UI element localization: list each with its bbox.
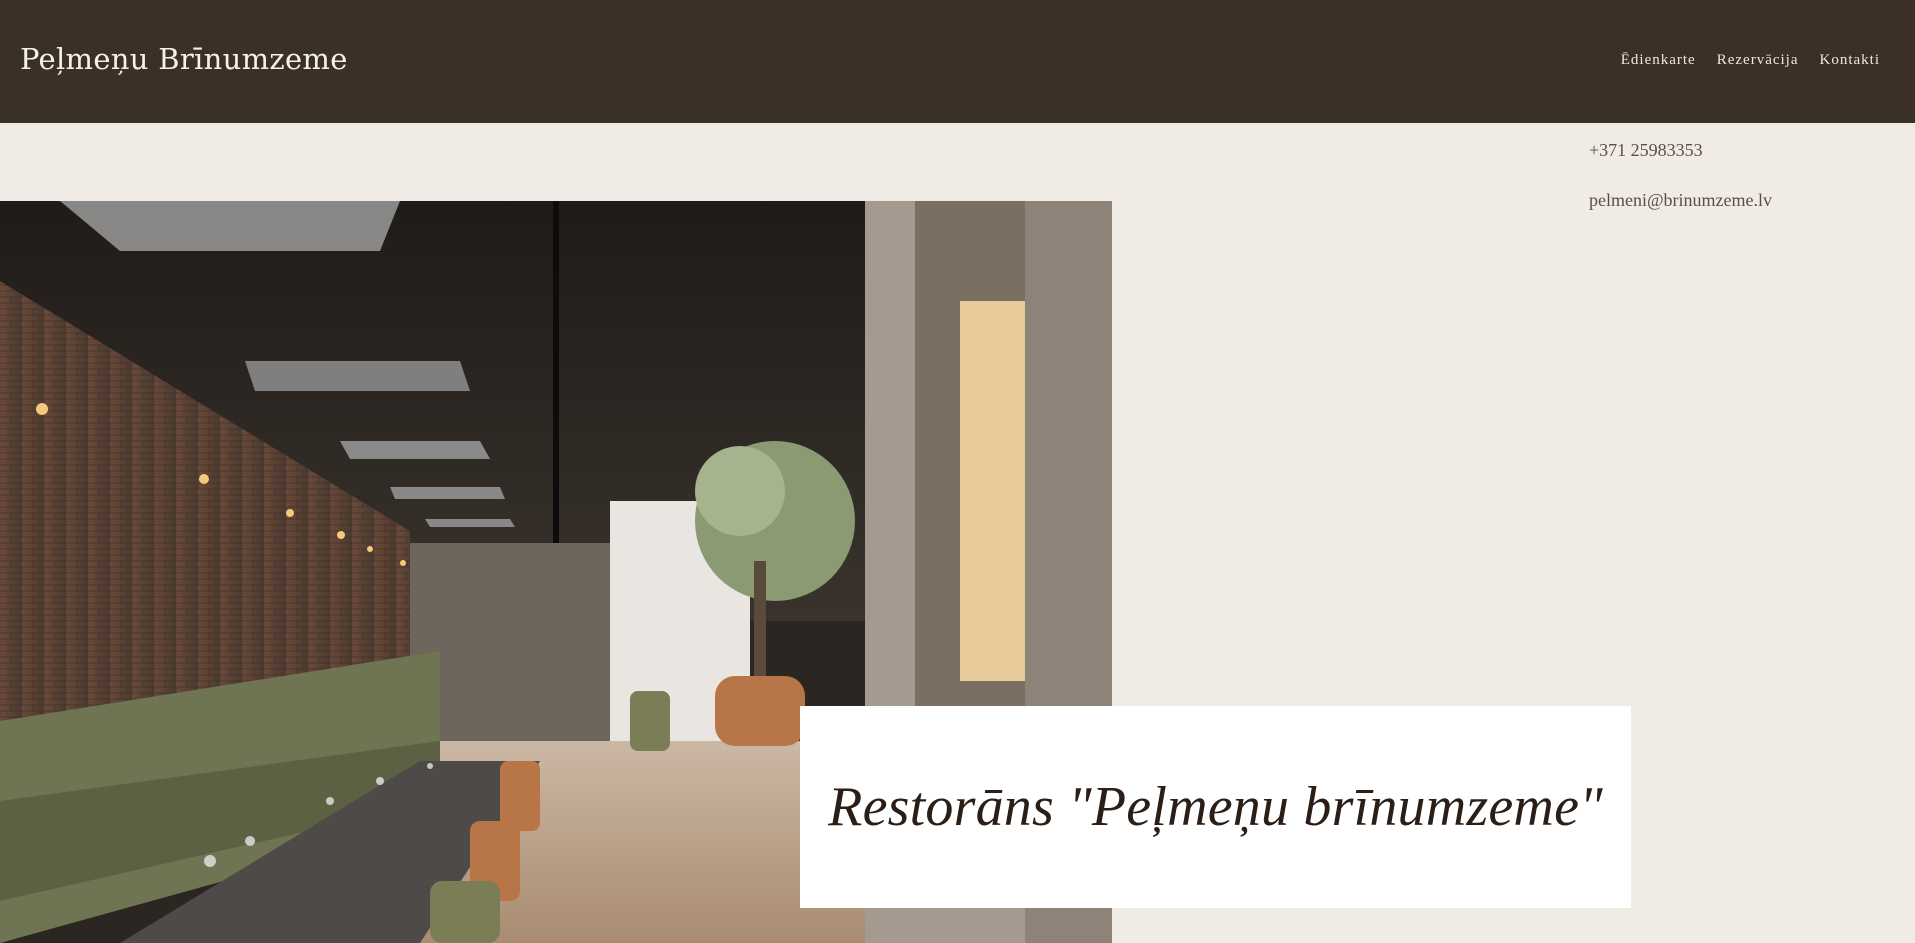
brand-logo-link[interactable]: Peļmeņu Brīnumzeme <box>20 42 348 76</box>
nav-link-contacts[interactable]: Kontakti <box>1820 52 1881 69</box>
contact-info: +371 25983353 pelmeni@brinumzeme.lv <box>1589 140 1772 240</box>
nav-link-menu[interactable]: Ēdienkarte <box>1621 52 1696 69</box>
contact-email[interactable]: pelmeni@brinumzeme.lv <box>1589 190 1772 211</box>
hero-title: Restorāns "Peļmeņu brīnumzeme" <box>828 776 1603 838</box>
hero-title-card: Restorāns "Peļmeņu brīnumzeme" <box>800 706 1631 908</box>
contact-phone[interactable]: +371 25983353 <box>1589 140 1772 161</box>
site-header: Peļmeņu Brīnumzeme Ēdienkarte Rezervācij… <box>0 0 1915 123</box>
main-nav: Ēdienkarte Rezervācija Kontakti <box>1621 52 1880 69</box>
nav-link-reservation[interactable]: Rezervācija <box>1717 52 1799 69</box>
